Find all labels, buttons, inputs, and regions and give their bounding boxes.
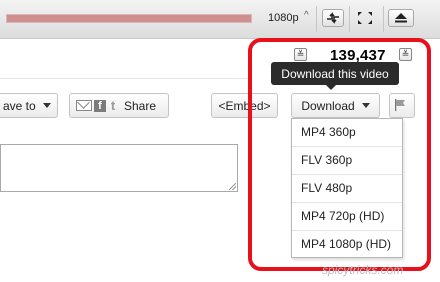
divider xyxy=(316,6,317,32)
watermark: spicytricks.com xyxy=(322,263,404,277)
fullscreen-icon[interactable] xyxy=(354,9,376,27)
highlight-annotation xyxy=(248,38,431,271)
player-control-bar: 1080p ^ xyxy=(0,0,440,39)
progress-bar[interactable] xyxy=(6,14,252,23)
save-to-button[interactable]: ave to xyxy=(0,93,58,118)
chevron-down-icon xyxy=(42,103,51,108)
divider xyxy=(383,6,384,32)
save-to-label: ave to xyxy=(3,98,36,113)
divider xyxy=(0,78,250,79)
divider xyxy=(349,6,350,32)
share-label: Share xyxy=(124,98,157,113)
expand-arrows-icon[interactable] xyxy=(322,9,344,27)
share-icons: f t xyxy=(76,98,118,113)
email-icon xyxy=(76,100,92,111)
progress-fill xyxy=(7,15,251,22)
facebook-icon: f xyxy=(94,99,106,112)
eject-icon[interactable] xyxy=(388,9,414,27)
quality-label[interactable]: 1080p xyxy=(268,12,299,24)
quality-caret[interactable]: ^ xyxy=(304,10,309,21)
resize-grip-icon[interactable] xyxy=(229,183,236,190)
share-button[interactable]: f t Share xyxy=(69,93,169,118)
twitter-icon: t xyxy=(110,98,116,113)
comment-textarea[interactable] xyxy=(0,144,238,192)
